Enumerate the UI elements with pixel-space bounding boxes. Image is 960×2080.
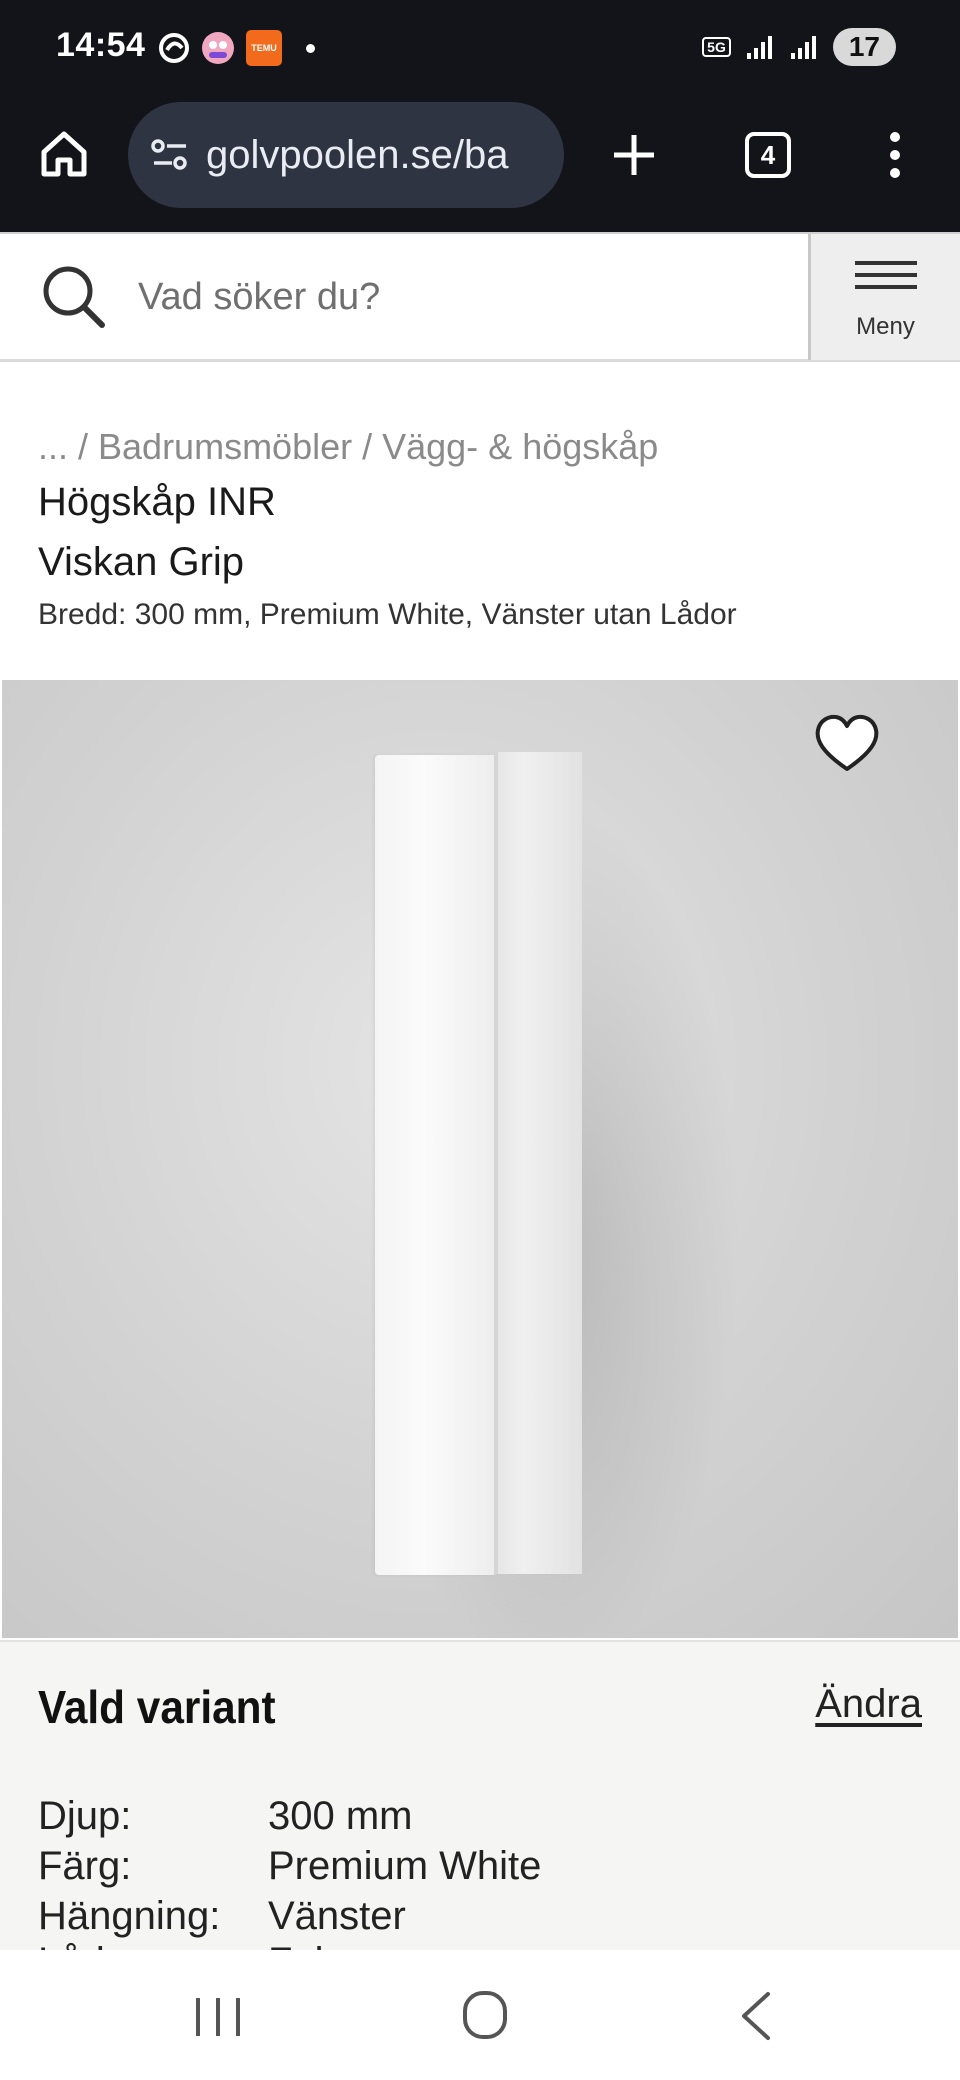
temu-app-icon: TEMU (246, 30, 282, 66)
menu-button[interactable]: Meny (808, 234, 960, 360)
search-icon[interactable] (40, 263, 108, 331)
url-text: golvpoolen.se/ba (206, 132, 509, 177)
network-type-icon: 5G (702, 37, 731, 57)
home-nav-icon[interactable] (460, 1988, 510, 2042)
back-icon[interactable] (736, 1990, 776, 2042)
spec-label: Hängning: (38, 1894, 221, 1938)
change-variant-link[interactable]: Ändra (815, 1682, 922, 1727)
site-settings-icon[interactable] (150, 137, 190, 173)
spec-row: Djup: 300 mm (38, 1794, 413, 1839)
recent-apps-icon[interactable] (190, 1992, 246, 2042)
variant-heading: Vald variant (38, 1681, 276, 1733)
notification-dot (306, 43, 315, 53)
breadcrumb[interactable]: ... / Badrumsmöbler / Vägg- & högskåp (38, 426, 658, 468)
edge-browser-icon (159, 33, 189, 63)
search-input[interactable] (138, 275, 778, 319)
selected-variant-panel: Vald variant Ändra Djup: 300 mm Färg: Prem… (0, 1640, 960, 1984)
status-time: 14:54 (56, 26, 146, 64)
game-app-icon (202, 32, 234, 64)
signal-icon (746, 36, 772, 59)
search-bar[interactable] (0, 234, 808, 360)
browser-toolbar: golvpoolen.se/ba 4 (0, 96, 960, 232)
notification-icons: TEMU (158, 30, 315, 66)
favorite-heart-icon[interactable] (812, 712, 882, 774)
cabinet-front (375, 755, 497, 1575)
system-status: 5G 17 (702, 28, 896, 66)
temu-label: TEMU (251, 43, 277, 53)
cabinet-side (494, 752, 582, 1574)
more-options-icon[interactable] (880, 130, 910, 180)
product-title: Högskåp INR (38, 480, 276, 524)
site-header: Meny (0, 232, 960, 362)
spec-value: Premium White (268, 1844, 542, 1888)
product-image[interactable] (2, 680, 958, 1638)
system-navigation-bar (0, 1950, 960, 2080)
signal-icon-2 (790, 36, 816, 59)
spec-label: Färg: (38, 1844, 132, 1888)
menu-label: Meny (856, 313, 915, 340)
hamburger-icon (854, 253, 917, 297)
product-series: Viskan Grip (38, 540, 245, 584)
spec-value: 300 mm (268, 1794, 413, 1838)
spec-value: Vänster (268, 1894, 406, 1938)
spec-row: Färg: Premium White (38, 1844, 541, 1889)
home-icon[interactable] (38, 128, 90, 180)
status-bar: 14:54 TEMU 5G 17 (0, 0, 960, 96)
spec-label: Djup: (38, 1794, 132, 1838)
spec-row: Hängning: Vänster (38, 1894, 406, 1939)
product-variant-summary: Bredd: 300 mm, Premium White, Vänster ut… (38, 598, 737, 631)
tab-count: 4 (760, 139, 776, 170)
new-tab-icon[interactable] (610, 131, 658, 179)
address-bar[interactable]: golvpoolen.se/ba (128, 102, 564, 208)
tab-switcher-button[interactable]: 4 (745, 132, 791, 178)
battery-indicator: 17 (832, 28, 896, 66)
